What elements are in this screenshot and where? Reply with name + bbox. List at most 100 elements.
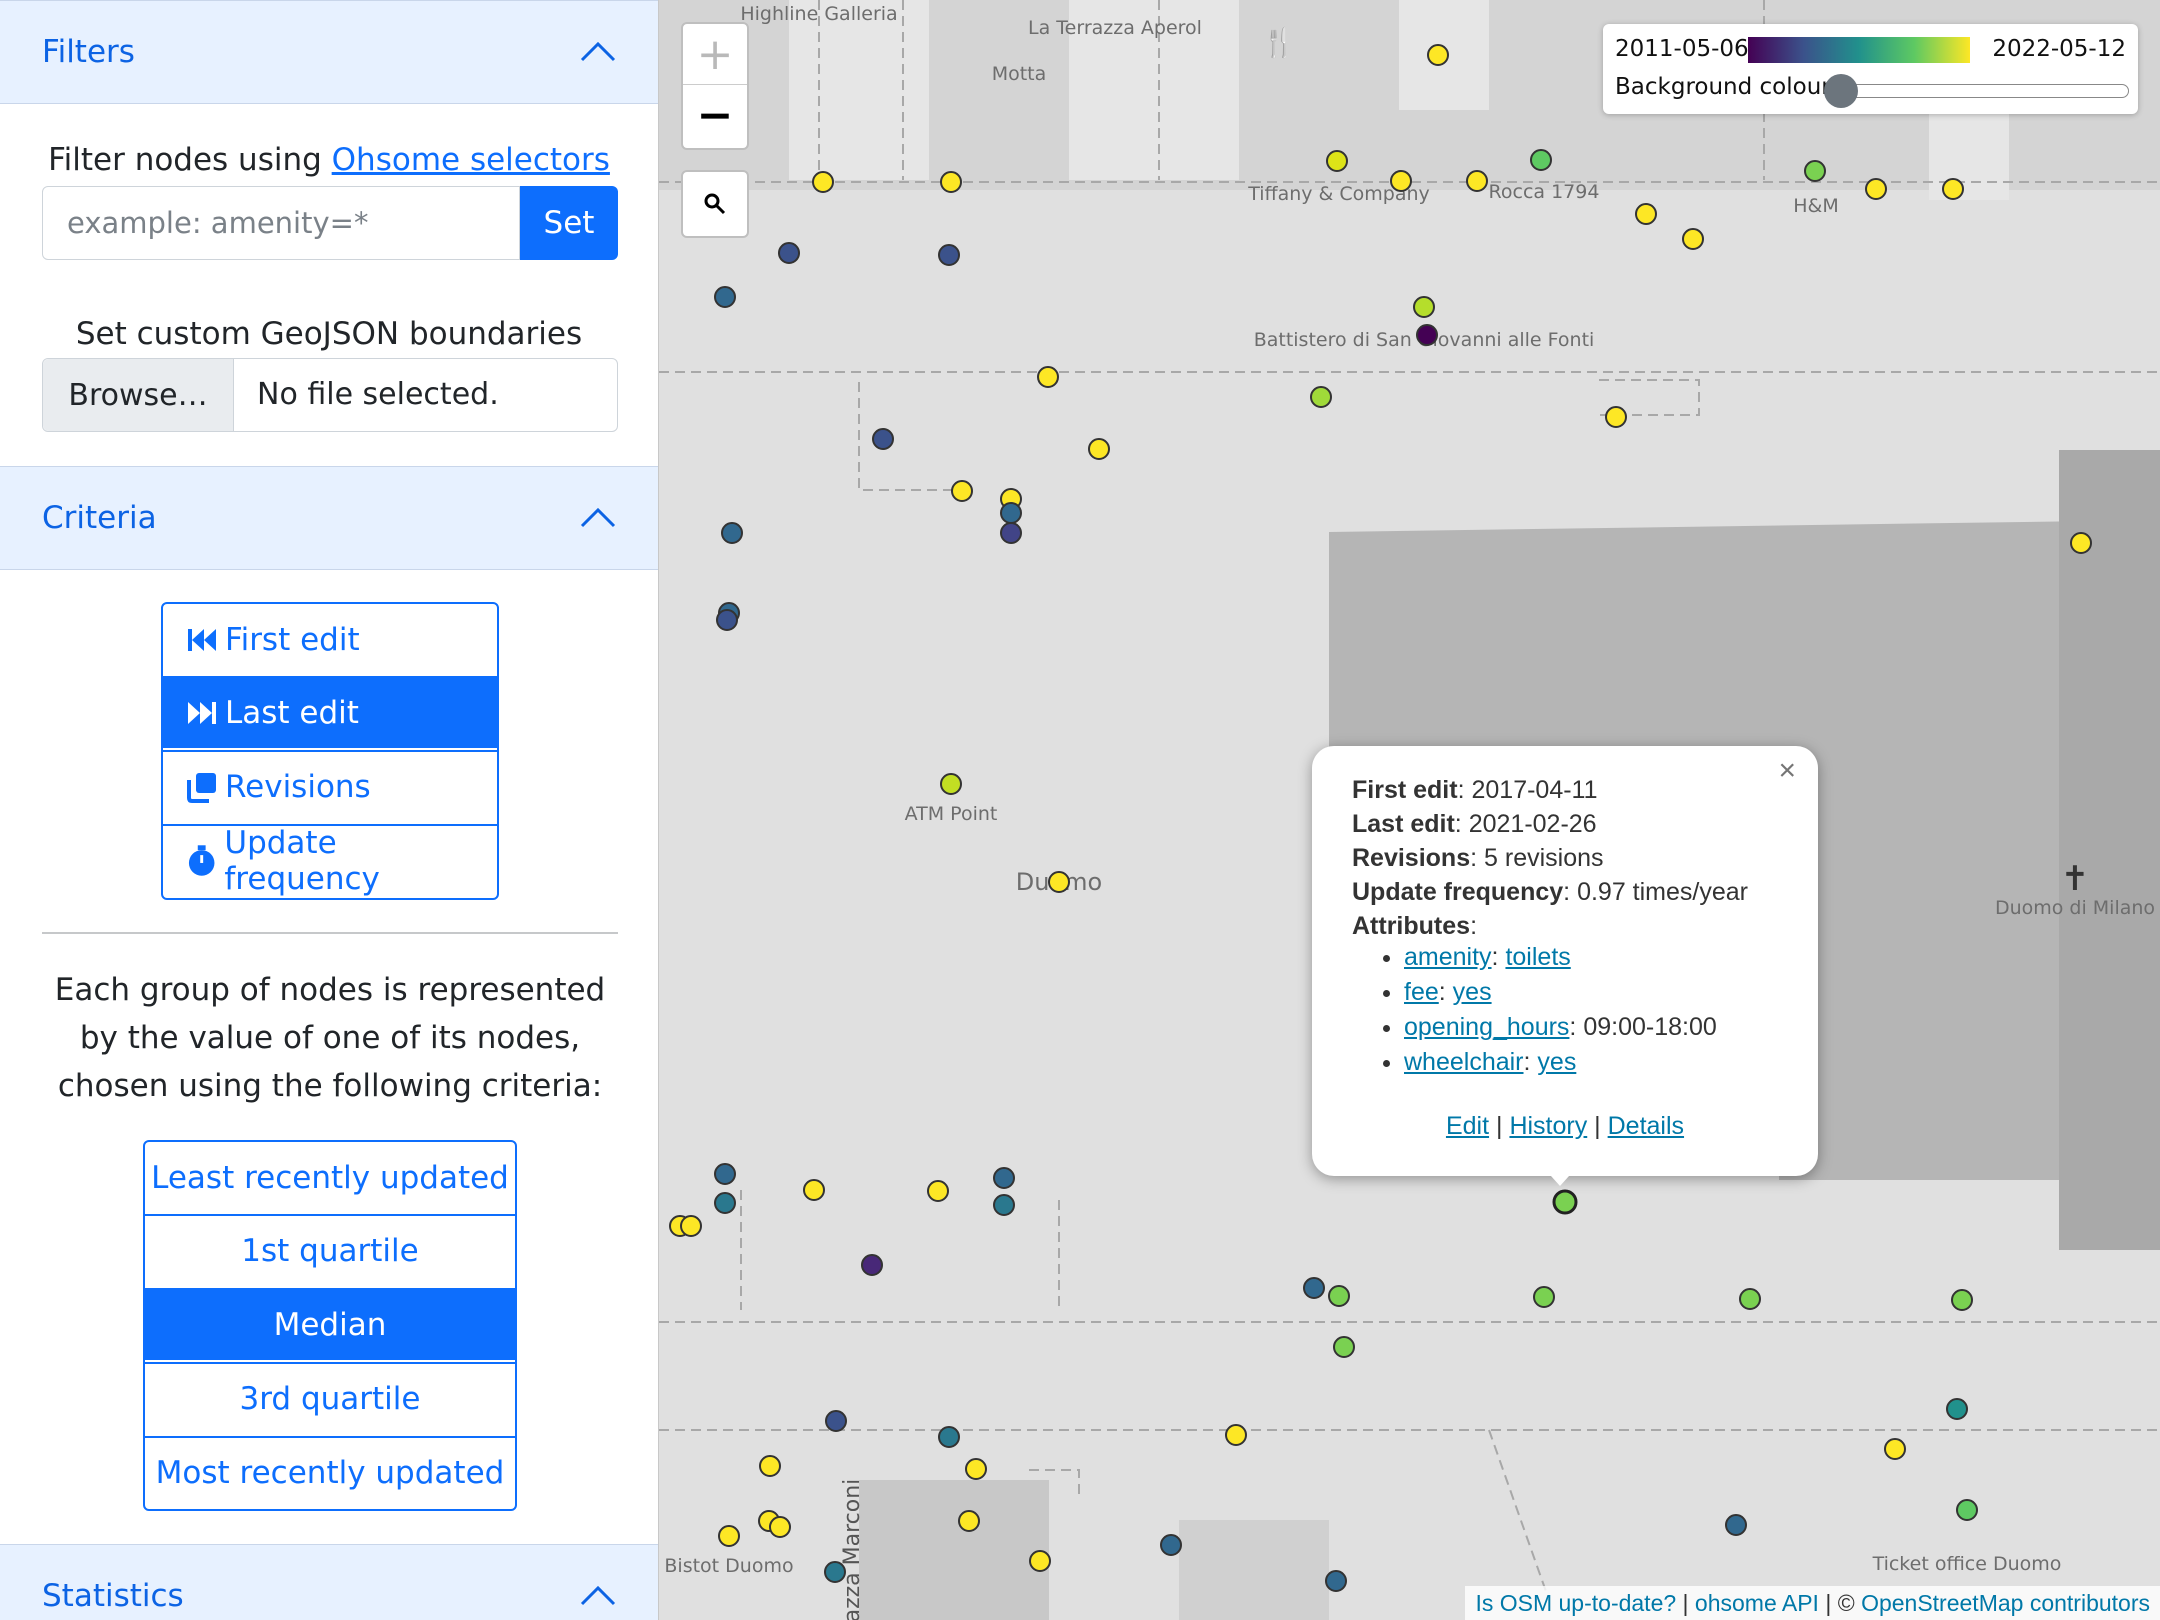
- node-marker[interactable]: [993, 1194, 1015, 1216]
- filters-accordion-header[interactable]: Filters: [0, 0, 658, 104]
- history-link[interactable]: History: [1509, 1112, 1587, 1140]
- node-marker[interactable]: [1333, 1336, 1355, 1358]
- node-marker[interactable]: [1048, 871, 1070, 893]
- median-button[interactable]: Median: [145, 1288, 515, 1360]
- node-marker[interactable]: [1466, 170, 1488, 192]
- node-marker[interactable]: [1635, 203, 1657, 225]
- node-marker[interactable]: [938, 1426, 960, 1448]
- ohsome-selectors-link[interactable]: Ohsome selectors: [332, 142, 610, 178]
- node-marker[interactable]: [940, 171, 962, 193]
- node-marker[interactable]: [721, 522, 743, 544]
- node-marker[interactable]: [1029, 1550, 1051, 1572]
- node-marker[interactable]: [1328, 1285, 1350, 1307]
- osm-contributors-link[interactable]: OpenStreetMap contributors: [1861, 1590, 2150, 1616]
- node-marker[interactable]: [1946, 1398, 1968, 1420]
- node-marker[interactable]: [872, 428, 894, 450]
- node-marker[interactable]: [1037, 366, 1059, 388]
- node-marker[interactable]: [759, 1455, 781, 1477]
- node-marker[interactable]: [1427, 44, 1449, 66]
- node-marker[interactable]: [812, 171, 834, 193]
- node-marker[interactable]: [927, 1180, 949, 1202]
- node-marker[interactable]: [778, 242, 800, 264]
- map-label-rocca: Rocca 1794: [1489, 181, 1600, 203]
- popup-last-edit: Last edit: 2021-02-26: [1352, 810, 1597, 838]
- background-colour-slider[interactable]: [1834, 84, 2129, 98]
- browse-button[interactable]: Browse…: [43, 359, 234, 431]
- last-edit-button[interactable]: Last edit: [163, 676, 497, 748]
- attribute-value-link[interactable]: toilets: [1505, 943, 1570, 971]
- first-edit-button[interactable]: First edit: [163, 604, 497, 676]
- map[interactable]: Highline Galleria La Terrazza Aperol Mot…: [659, 0, 2160, 1620]
- geojson-file-input[interactable]: Browse… No file selected.: [42, 358, 618, 432]
- zoom-in-button[interactable]: +: [683, 24, 747, 85]
- node-marker[interactable]: [1725, 1514, 1747, 1536]
- node-marker[interactable]: [824, 1561, 846, 1583]
- node-marker[interactable]: [1804, 160, 1826, 182]
- node-marker[interactable]: [1000, 522, 1022, 544]
- attribute-key-link[interactable]: wheelchair: [1404, 1048, 1524, 1076]
- osm-up-to-date-link[interactable]: Is OSM up-to-date?: [1475, 1590, 1676, 1616]
- node-marker[interactable]: [1326, 150, 1348, 172]
- node-marker[interactable]: [1942, 178, 1964, 200]
- ohsome-api-link[interactable]: ohsome API: [1695, 1590, 1819, 1616]
- attribute-key-link[interactable]: amenity: [1404, 943, 1492, 971]
- node-marker[interactable]: [1160, 1534, 1182, 1556]
- node-marker[interactable]: [803, 1179, 825, 1201]
- node-marker[interactable]: [958, 1510, 980, 1532]
- node-marker[interactable]: [1310, 386, 1332, 408]
- update-frequency-button[interactable]: Update frequency: [163, 824, 497, 897]
- attribute-key-link[interactable]: opening_hours: [1404, 1013, 1569, 1041]
- node-marker[interactable]: [861, 1254, 883, 1276]
- node-marker[interactable]: [1605, 406, 1627, 428]
- node-marker[interactable]: [769, 1516, 791, 1538]
- node-marker[interactable]: [825, 1410, 847, 1432]
- node-marker[interactable]: [1530, 149, 1552, 171]
- node-marker[interactable]: [993, 1167, 1015, 1189]
- node-marker[interactable]: [1225, 1424, 1247, 1446]
- node-marker[interactable]: [2070, 532, 2092, 554]
- attribute-key-link[interactable]: fee: [1404, 978, 1439, 1006]
- slider-thumb[interactable]: [1824, 74, 1858, 108]
- search-button[interactable]: [681, 170, 749, 238]
- node-marker[interactable]: [1088, 438, 1110, 460]
- node-marker[interactable]: [1884, 1438, 1906, 1460]
- node-marker[interactable]: [1325, 1570, 1347, 1592]
- node-marker[interactable]: [1739, 1288, 1761, 1310]
- close-icon[interactable]: ×: [1778, 754, 1796, 788]
- node-marker[interactable]: [1000, 502, 1022, 524]
- node-marker[interactable]: [1390, 170, 1412, 192]
- set-button[interactable]: Set: [520, 186, 618, 260]
- least-recently-updated-button[interactable]: Least recently updated: [145, 1142, 515, 1214]
- edit-link[interactable]: Edit: [1446, 1112, 1489, 1140]
- node-marker[interactable]: [714, 1163, 736, 1185]
- criteria-accordion-header[interactable]: Criteria: [0, 466, 658, 570]
- selected-node-marker[interactable]: [1552, 1189, 1578, 1215]
- node-marker[interactable]: [1865, 178, 1887, 200]
- node-marker[interactable]: [1951, 1289, 1973, 1311]
- node-marker[interactable]: [1533, 1286, 1555, 1308]
- node-marker[interactable]: [1413, 296, 1435, 318]
- revisions-button[interactable]: Revisions: [163, 750, 497, 822]
- first-quartile-button[interactable]: 1st quartile: [145, 1214, 515, 1286]
- node-marker[interactable]: [718, 1525, 740, 1547]
- node-marker[interactable]: [940, 773, 962, 795]
- node-marker[interactable]: [965, 1458, 987, 1480]
- node-marker[interactable]: [1416, 324, 1438, 346]
- node-marker[interactable]: [680, 1215, 702, 1237]
- zoom-out-button[interactable]: −: [683, 85, 747, 145]
- attribute-value-link[interactable]: yes: [1537, 1048, 1576, 1076]
- node-marker[interactable]: [714, 1192, 736, 1214]
- third-quartile-button[interactable]: 3rd quartile: [145, 1362, 515, 1434]
- node-marker[interactable]: [716, 609, 738, 631]
- attribute-value-link[interactable]: yes: [1453, 978, 1492, 1006]
- most-recently-updated-button[interactable]: Most recently updated: [145, 1436, 515, 1508]
- node-marker[interactable]: [1682, 228, 1704, 250]
- node-marker[interactable]: [1303, 1277, 1325, 1299]
- statistics-accordion-header[interactable]: Statistics: [0, 1544, 658, 1620]
- node-marker[interactable]: [1956, 1499, 1978, 1521]
- node-marker[interactable]: [714, 286, 736, 308]
- filter-input[interactable]: [42, 186, 520, 260]
- node-marker[interactable]: [951, 480, 973, 502]
- node-marker[interactable]: [938, 244, 960, 266]
- details-link[interactable]: Details: [1608, 1112, 1684, 1140]
